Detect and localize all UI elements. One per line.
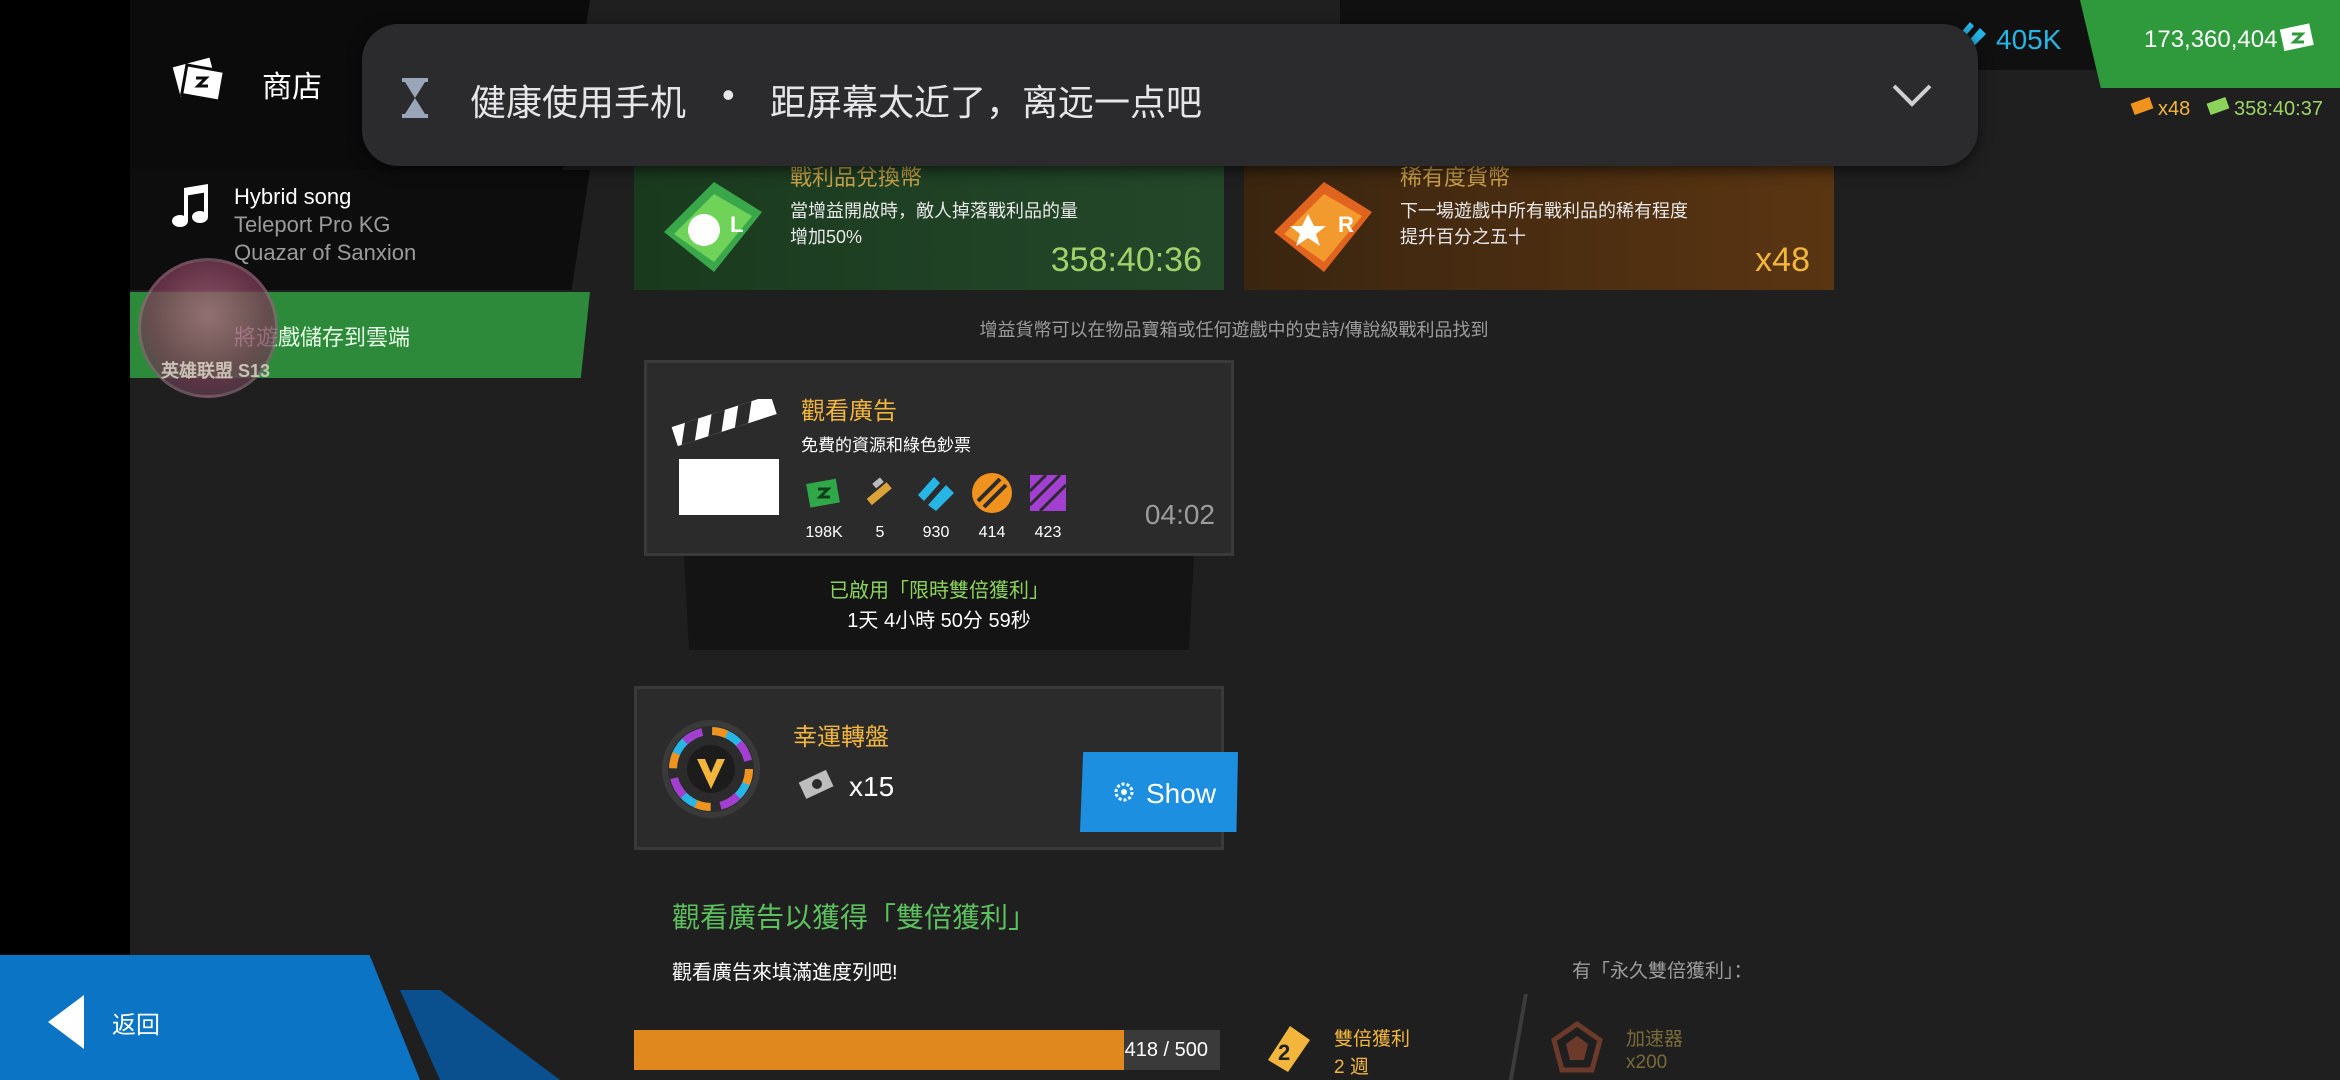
watch-ad-title: 觀看廣告: [801, 398, 897, 425]
watch-ad-card[interactable]: 觀看廣告 免費的資源和綠色鈔票 198K 5 930 414 423 04:02: [644, 360, 1234, 556]
syringe-icon: [866, 477, 892, 506]
floating-avatar[interactable]: 英雄联盟 S13: [138, 258, 278, 398]
ad-reward-syringe-value: 5: [875, 524, 885, 541]
show-ad-button[interactable]: Show: [1080, 752, 1238, 832]
gear-icon: [1114, 782, 1134, 802]
booster-value: x200: [1626, 1052, 1668, 1073]
booster-label: 加速器: [1626, 1029, 1684, 1050]
double-gain-progress-text: 418 / 500: [1124, 1039, 1208, 1061]
cyan-currency-value: 405K: [1996, 24, 2062, 55]
double-gain-status: 已啟用「限時雙倍獲利」 1天 4小時 50分 59秒: [684, 556, 1194, 650]
rarity-token-count: x48: [1755, 241, 1810, 279]
loot-ticket-timer: 358:40:37: [2234, 98, 2323, 120]
watch-ad-subtitle: 免費的資源和綠色鈔票: [801, 436, 971, 455]
notification-banner[interactable]: 健康使用手机 • 距屏幕太近了，离远一点吧: [362, 24, 1978, 166]
game-shop-screen: 405K 173,360,404 x48 358:40:37 商店 Hybrid…: [0, 0, 2340, 1080]
loot-token-card[interactable]: L 戰利品兌換幣 當增益開啟時，敵人掉落戰利品的量增加50% 358:40:36: [634, 165, 1224, 290]
avatar-text: 英雄联盟 S13: [161, 361, 271, 381]
reward-divider: [1508, 994, 1528, 1080]
double-gain-reward-icon: 2: [1268, 1026, 1310, 1072]
watch-ad-timer: 04:02: [1144, 499, 1215, 530]
loot-token-timer: 358:40:36: [1050, 241, 1202, 279]
hourglass-icon: [402, 78, 428, 118]
back-button[interactable]: 返回: [0, 955, 420, 1080]
cyan-currency-icon: [918, 477, 954, 511]
rarity-token-icon: R: [1274, 182, 1372, 272]
clapperboard-icon: [671, 399, 779, 515]
ad-reward-purple-value: 423: [1034, 524, 1062, 541]
lucky-wheel-icon: [662, 720, 760, 818]
song-album: Quazar of Sanxion: [234, 240, 417, 265]
rarity-token-card[interactable]: R 稀有度貨幣 下一場遊戲中所有戰利品的稀有程度提升百分之五十 x48: [1244, 165, 1834, 290]
double-gain-reward-value: 2 週: [1334, 1057, 1369, 1078]
cash-value: 173,360,404: [2144, 26, 2278, 53]
double-gain-remaining: 1天 4小時 50分 59秒: [847, 610, 1031, 632]
cash-icon: [2279, 23, 2314, 52]
double-gain-progress-fill: [634, 1030, 1124, 1070]
ad-reward-syringe: 5: [855, 471, 905, 551]
double-gain-title: 觀看廣告以獲得「雙倍獲利」: [672, 902, 1037, 933]
music-note-icon: [172, 184, 208, 227]
purple-currency-icon: [1028, 473, 1068, 513]
permanent-double-label: 有「永久雙倍獲利」：: [1572, 961, 1753, 982]
spin-ticket-icon: [798, 769, 834, 799]
ad-reward-cash-value: 198K: [805, 524, 843, 541]
notification-separator: •: [722, 74, 735, 115]
booster-icon: [1551, 1020, 1603, 1073]
ad-reward-orange-value: 414: [978, 524, 1006, 541]
notification-title: 健康使用手机: [470, 82, 687, 123]
ad-reward-cyan-value: 930: [922, 524, 950, 541]
chevron-down-icon[interactable]: [1890, 80, 1934, 110]
back-arrow-icon: [48, 995, 84, 1049]
left-black-bar: [0, 0, 130, 1080]
song-artist: Teleport Pro KG: [234, 212, 391, 237]
ad-reward-orange: 414: [967, 471, 1017, 551]
back-label: 返回: [112, 1012, 160, 1039]
token-info-text: 增益貨幣可以在物品寶箱或任何遊戲中的史詩/傳說級戰利品找到: [979, 320, 1489, 340]
cash-icon: [806, 478, 840, 508]
double-gain-active-label: 已啟用「限時雙倍獲利」: [829, 580, 1049, 602]
shop-icon: [172, 57, 226, 103]
rarity-token-letter: R: [1338, 212, 1354, 237]
double-gain-subtitle: 觀看廣告來填滿進度列吧!: [672, 962, 898, 984]
song-title: Hybrid song: [234, 184, 352, 209]
loot-token-icon: L: [664, 182, 762, 272]
shop-title: 商店: [262, 71, 322, 104]
loot-ticket-icon: [2206, 96, 2230, 116]
rarity-token-description: 下一場遊戲中所有戰利品的稀有程度提升百分之五十: [1400, 201, 1688, 247]
ad-reward-purple: 423: [1023, 471, 1073, 551]
rarity-ticket-icon: [2130, 96, 2154, 116]
loot-token-letter: L: [730, 212, 743, 237]
rarity-ticket-count: x48: [2158, 98, 2191, 120]
double-gain-reward-label: 雙倍獲利: [1334, 1029, 1411, 1050]
spin-ticket-count: x15: [849, 771, 895, 802]
orange-currency-icon: [972, 473, 1012, 513]
notification-message: 距屏幕太近了，离远一点吧: [770, 82, 1203, 123]
ad-reward-cash: 198K: [799, 471, 849, 551]
lucky-wheel-title: 幸運轉盤: [793, 724, 889, 751]
double-gain-progress-bar: 418 / 500: [634, 1030, 1220, 1070]
show-ad-label: Show: [1146, 778, 1217, 809]
svg-text:2: 2: [1278, 1040, 1290, 1065]
loot-token-description: 當增益開啟時，敵人掉落戰利品的量增加50%: [790, 201, 1078, 247]
ad-reward-cyan: 930: [911, 471, 961, 551]
